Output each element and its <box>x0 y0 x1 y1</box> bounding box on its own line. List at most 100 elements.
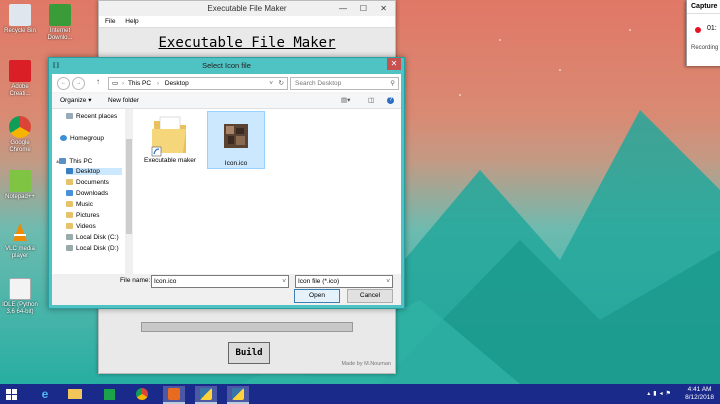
tree-item-local-disk-d[interactable]: Local Disk (D:) <box>66 245 122 252</box>
taskbar: e ▴▮◂⚑ 4:41 AM 8/12/2018 <box>0 384 720 404</box>
refresh-icon[interactable]: ↻ <box>279 78 284 89</box>
file-item-icon-ico[interactable]: Icon.ico <box>207 111 265 169</box>
clock-icon <box>66 113 73 120</box>
new-folder-button[interactable]: New folder <box>108 94 139 108</box>
tree-item-music[interactable]: Music <box>66 201 122 208</box>
tree-item-label: Music <box>76 201 93 208</box>
chevron-down-icon[interactable]: ˅ <box>282 276 286 287</box>
idle-image <box>9 278 31 300</box>
select-icon-file-dialog: ⟦⟧ Select Icon file ✕ ← → ↑ ▭ › This PC … <box>48 57 405 309</box>
store-icon[interactable] <box>98 386 120 402</box>
tree-item-label: Videos <box>76 223 96 230</box>
flag-icon[interactable]: ⚑ <box>666 391 674 397</box>
file-item-label: Icon.ico <box>224 160 248 167</box>
tree-item-videos[interactable]: Videos <box>66 223 122 230</box>
desktop-icon-label: Google Chrome <box>9 140 31 153</box>
ie-icon[interactable]: e <box>34 386 56 402</box>
drive-icon <box>66 245 73 252</box>
chevron-down-icon: ▾ <box>88 97 92 104</box>
chevron-down-icon[interactable]: ˅ <box>386 276 390 287</box>
address-bar[interactable]: ▭ › This PC › Desktop ↻ ˅ <box>108 77 288 90</box>
file-item-executable-maker[interactable]: Executable maker <box>142 111 198 175</box>
breadcrumb-desktop[interactable]: Desktop <box>165 80 189 87</box>
internet-download-manager-icon[interactable]: Internet Downlo... <box>40 4 80 42</box>
vlc-cone-icon <box>13 223 27 241</box>
python-icon[interactable] <box>195 386 217 404</box>
menu-file[interactable]: File <box>105 18 115 25</box>
address-dropdown-icon[interactable]: ˅ <box>269 78 273 89</box>
chrome-icon[interactable] <box>131 386 153 402</box>
tree-item-recent-places[interactable]: Recent places <box>66 113 122 120</box>
ico-file-icon <box>224 124 248 148</box>
efm-window-title: Executable File Maker <box>207 4 287 13</box>
tree-item-label: Local Disk (D:) <box>76 245 119 252</box>
tree-item-label: Pictures <box>76 212 100 219</box>
cancel-button[interactable]: Cancel <box>347 289 393 303</box>
taskbar-clock[interactable]: 4:41 AM 8/12/2018 <box>685 386 714 402</box>
navigation-pane: Recent places Homegroup ▴ This PC Desktop… <box>52 109 134 274</box>
forward-button[interactable]: → <box>72 77 85 90</box>
file-type-value: Icon file (*.ico) <box>298 278 340 285</box>
breadcrumb-separator: › <box>121 80 125 87</box>
up-button[interactable]: ↑ <box>96 77 100 86</box>
breadcrumb-this-pc[interactable]: This PC <box>128 80 151 87</box>
view-options-icon[interactable]: ▤▾ <box>341 94 350 108</box>
desktop-icon-label: Recycle Bin <box>4 28 36 34</box>
organize-label: Organize <box>60 97 87 104</box>
system-tray: ▴▮◂⚑ <box>647 390 674 397</box>
preview-pane-icon[interactable]: ◫ <box>368 94 374 108</box>
navigation-scrollbar[interactable] <box>125 109 133 274</box>
minimize-icon[interactable]: — <box>339 1 347 16</box>
idle-python-icon[interactable]: IDLE (Python 3.6 64-bit) <box>0 278 40 316</box>
tree-item-this-pc[interactable]: ▴ This PC <box>56 157 122 165</box>
search-input[interactable]: Search Desktop ⚲ <box>290 77 399 90</box>
maximize-icon[interactable]: ☐ <box>360 1 367 16</box>
adobe-image <box>9 60 31 82</box>
orange-app-icon[interactable] <box>163 386 185 404</box>
notepad-plus-plus-icon[interactable]: Notepad++ <box>0 170 40 201</box>
recycle-bin-image <box>9 4 31 26</box>
tree-item-desktop[interactable]: Desktop <box>66 168 122 175</box>
file-name-label: File name: <box>120 277 151 284</box>
computer-icon <box>59 158 67 165</box>
desktop-icon-label: Adobe Creati... <box>9 84 31 97</box>
build-button[interactable]: Build <box>228 342 270 364</box>
organize-button[interactable]: Organize ▾ <box>60 94 91 108</box>
tree-item-documents[interactable]: Documents <box>66 179 122 186</box>
dialog-close-button[interactable]: ✕ <box>387 58 401 70</box>
back-button[interactable]: ← <box>57 77 70 90</box>
adobe-creative-cloud-icon[interactable]: Adobe Creati... <box>0 60 40 98</box>
tree-item-homegroup[interactable]: Homegroup <box>60 135 122 142</box>
close-icon[interactable]: ✕ <box>380 1 387 16</box>
recycle-bin-icon[interactable]: Recycle Bin <box>0 4 40 35</box>
file-name-input[interactable]: Icon.ico ˅ <box>151 275 289 288</box>
open-button[interactable]: Open <box>294 289 340 303</box>
file-list: Executable maker Icon.ico <box>134 109 401 274</box>
chrome-image <box>9 116 31 138</box>
scrollbar-thumb[interactable] <box>126 139 132 234</box>
python-tk-icon[interactable] <box>227 386 249 404</box>
file-item-label: Executable maker <box>143 157 197 164</box>
capture-title: Capture <box>687 0 720 14</box>
capture-time: 01: <box>707 25 717 32</box>
help-icon[interactable]: ? <box>387 97 394 104</box>
tree-item-label: Downloads <box>76 190 109 197</box>
desktop: Recycle Bin Internet Downlo... Adobe Cre… <box>0 0 720 384</box>
command-bar: Organize ▾ New folder ▤▾ ◫ ? <box>52 94 401 109</box>
tree-item-pictures[interactable]: Pictures <box>66 212 122 219</box>
tree-item-downloads[interactable]: Downloads <box>66 190 122 197</box>
file-explorer-icon[interactable] <box>64 386 86 402</box>
windows-start-icon[interactable] <box>6 389 17 400</box>
efm-title-bar: Executable File Maker — ☐ ✕ <box>99 1 395 16</box>
desktop-icon-label: VLC media player <box>5 246 35 259</box>
menu-help[interactable]: Help <box>125 18 138 25</box>
tree-item-label: Documents <box>76 179 109 186</box>
google-chrome-icon[interactable]: Google Chrome <box>0 116 40 154</box>
desktop-icon-label: Notepad++ <box>5 194 35 200</box>
record-dot-icon <box>695 27 701 33</box>
dialog-title: Select Icon file <box>202 61 251 70</box>
vlc-media-player-icon[interactable]: VLC media player <box>0 222 40 260</box>
tree-item-label: Homegroup <box>70 135 104 142</box>
tree-item-local-disk-c[interactable]: Local Disk (C:) <box>66 234 122 241</box>
file-type-select[interactable]: Icon file (*.ico) ˅ <box>295 275 393 288</box>
